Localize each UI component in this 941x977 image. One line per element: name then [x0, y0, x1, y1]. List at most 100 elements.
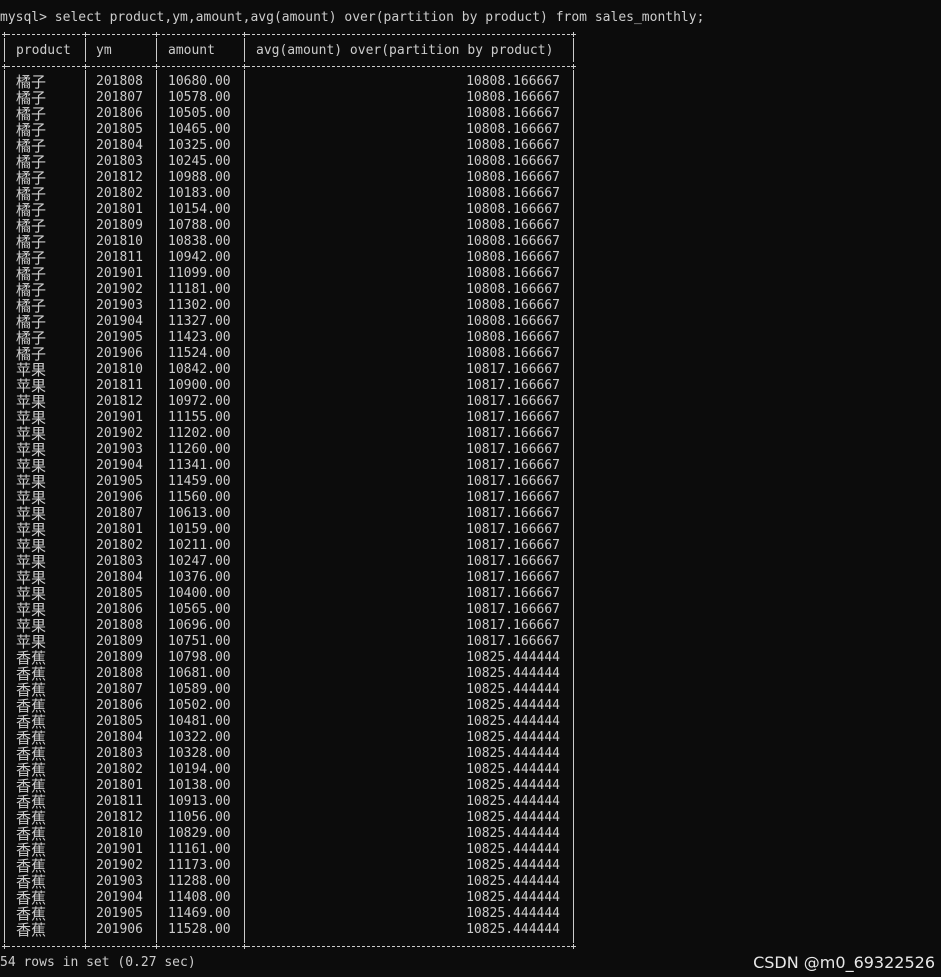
cell-product: 苹果	[16, 393, 47, 411]
cell-amount: 10245.00	[168, 154, 231, 169]
cell-amount: 10325.00	[168, 138, 231, 153]
cell-avg-amount: 10817.166667	[466, 602, 560, 617]
cell-product: 苹果	[16, 601, 47, 619]
cell-amount: 11181.00	[168, 282, 231, 297]
cell-avg-amount: 10817.166667	[466, 362, 560, 377]
cell-product: 橘子	[16, 121, 47, 139]
cell-product: 橘子	[16, 313, 47, 331]
column-separator	[85, 70, 86, 943]
cell-amount: 10322.00	[168, 730, 231, 745]
cell-product: 香蕉	[16, 729, 47, 747]
cell-amount: 10972.00	[168, 394, 231, 409]
column-separator	[4, 38, 5, 62]
cell-product: 苹果	[16, 585, 47, 603]
cell-ym: 201802	[96, 538, 143, 553]
table-joint	[2, 64, 7, 69]
cell-avg-amount: 10808.166667	[466, 138, 560, 153]
cell-amount: 11260.00	[168, 442, 231, 457]
command-line: mysql> select product,ym,amount,avg(amou…	[0, 10, 704, 26]
cell-avg-amount: 10808.166667	[466, 90, 560, 105]
cell-avg-amount: 10825.444444	[466, 762, 560, 777]
table-joint	[83, 32, 88, 37]
cell-amount: 11302.00	[168, 298, 231, 313]
cell-avg-amount: 10825.444444	[466, 714, 560, 729]
cell-amount: 10696.00	[168, 618, 231, 633]
cell-amount: 10942.00	[168, 250, 231, 265]
cell-amount: 10154.00	[168, 202, 231, 217]
cell-ym: 201808	[96, 74, 143, 89]
cell-product: 苹果	[16, 505, 47, 523]
cell-amount: 11056.00	[168, 810, 231, 825]
column-separator	[4, 70, 5, 943]
cell-product: 橘子	[16, 281, 47, 299]
cell-product: 橘子	[16, 89, 47, 107]
table-joint	[242, 64, 247, 69]
cell-amount: 10502.00	[168, 698, 231, 713]
cell-ym: 201811	[96, 250, 143, 265]
cell-amount: 11469.00	[168, 906, 231, 921]
header-product: product	[16, 43, 71, 58]
cell-avg-amount: 10808.166667	[466, 314, 560, 329]
cell-ym: 201804	[96, 570, 143, 585]
cell-amount: 10183.00	[168, 186, 231, 201]
column-separator	[85, 38, 86, 62]
result-status: 54 rows in set (0.27 sec)	[0, 955, 196, 970]
header-avg-amount: avg(amount) over(partition by product)	[256, 43, 554, 58]
table-joint	[2, 944, 7, 949]
cell-amount: 10159.00	[168, 522, 231, 537]
cell-amount: 10788.00	[168, 218, 231, 233]
column-separator	[244, 70, 245, 943]
cell-amount: 10505.00	[168, 106, 231, 121]
cell-product: 橘子	[16, 201, 47, 219]
cell-amount: 11524.00	[168, 346, 231, 361]
cell-ym: 201803	[96, 554, 143, 569]
cell-avg-amount: 10817.166667	[466, 522, 560, 537]
terminal-window[interactable]: mysql> select product,ym,amount,avg(amou…	[0, 0, 941, 977]
cell-product: 香蕉	[16, 665, 47, 683]
cell-avg-amount: 10808.166667	[466, 122, 560, 137]
cell-amount: 10681.00	[168, 666, 231, 681]
cell-avg-amount: 10808.166667	[466, 218, 560, 233]
mysql-prompt: mysql>	[0, 10, 47, 25]
cell-avg-amount: 10825.444444	[466, 810, 560, 825]
cell-product: 橘子	[16, 345, 47, 363]
cell-product: 橘子	[16, 329, 47, 347]
cell-product: 香蕉	[16, 857, 47, 875]
cell-avg-amount: 10817.166667	[466, 426, 560, 441]
cell-amount: 11202.00	[168, 426, 231, 441]
cell-avg-amount: 10825.444444	[466, 666, 560, 681]
cell-avg-amount: 10817.166667	[466, 490, 560, 505]
cell-product: 苹果	[16, 473, 47, 491]
cell-amount: 10578.00	[168, 90, 231, 105]
cell-avg-amount: 10817.166667	[466, 410, 560, 425]
cell-amount: 11155.00	[168, 410, 231, 425]
column-separator	[244, 38, 245, 62]
cell-product: 橘子	[16, 297, 47, 315]
cell-avg-amount: 10825.444444	[466, 874, 560, 889]
cell-product: 橘子	[16, 169, 47, 187]
cell-product: 橘子	[16, 185, 47, 203]
cell-avg-amount: 10817.166667	[466, 458, 560, 473]
cell-product: 橘子	[16, 137, 47, 155]
cell-avg-amount: 10808.166667	[466, 346, 560, 361]
cell-ym: 201810	[96, 362, 143, 377]
cell-ym: 201810	[96, 234, 143, 249]
table-joint	[2, 32, 7, 37]
cell-ym: 201809	[96, 650, 143, 665]
cell-ym: 201811	[96, 794, 143, 809]
cell-ym: 201804	[96, 730, 143, 745]
cell-amount: 10565.00	[168, 602, 231, 617]
cell-product: 香蕉	[16, 761, 47, 779]
cell-ym: 201906	[96, 490, 143, 505]
cell-ym: 201812	[96, 810, 143, 825]
cell-avg-amount: 10808.166667	[466, 266, 560, 281]
cell-ym: 201904	[96, 314, 143, 329]
cell-ym: 201901	[96, 266, 143, 281]
cell-amount: 10842.00	[168, 362, 231, 377]
table-joint	[154, 64, 159, 69]
cell-avg-amount: 10825.444444	[466, 746, 560, 761]
cell-ym: 201902	[96, 426, 143, 441]
cell-avg-amount: 10825.444444	[466, 778, 560, 793]
cell-avg-amount: 10808.166667	[466, 202, 560, 217]
cell-avg-amount: 10817.166667	[466, 538, 560, 553]
